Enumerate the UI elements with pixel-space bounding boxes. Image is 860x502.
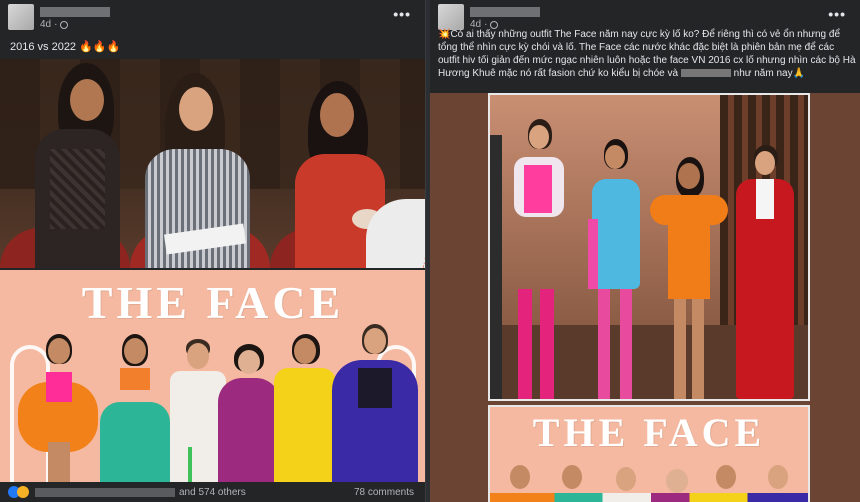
author-name-redacted[interactable]	[40, 7, 110, 17]
haha-icon[interactable]	[17, 486, 29, 498]
contestant-figure	[588, 109, 644, 399]
more-options-icon[interactable]: •••	[393, 6, 411, 22]
left-post-header: 4d ·	[8, 4, 417, 32]
post-image-lineup[interactable]: THE FACE	[0, 270, 425, 482]
globe-icon	[60, 20, 69, 29]
more-options-icon[interactable]: •••	[828, 6, 846, 22]
judge-figure	[135, 59, 255, 268]
post-image-judges[interactable]: NG HIEU	[0, 59, 425, 268]
post-caption: 💥Có ai thấy những outfit The Face năm na…	[438, 29, 856, 79]
author-name-redacted[interactable]	[470, 7, 540, 17]
post-image-lineup-crop[interactable]: THE FACE	[488, 405, 810, 502]
post-image-outfits[interactable]	[488, 93, 810, 401]
reactions-count[interactable]: and 574 others	[179, 487, 246, 498]
redacted-word	[680, 69, 731, 78]
mentor-figure	[332, 322, 418, 482]
contestant-figure	[650, 129, 728, 399]
post-time[interactable]: 4d	[40, 19, 51, 30]
contestant-figure	[508, 109, 568, 399]
judge-figure	[20, 59, 130, 268]
contestant-figure	[730, 119, 800, 399]
comments-count[interactable]: 78 comments	[354, 487, 414, 498]
mentor-figure	[272, 332, 338, 482]
left-post: 4d · ••• 2016 vs 2022 🔥🔥🔥 THE FACE and 5…	[0, 0, 426, 502]
avatar[interactable]	[8, 4, 34, 30]
mentor-figure	[18, 332, 98, 482]
reactor-names-redacted	[35, 487, 175, 497]
mentor-figure	[218, 342, 280, 482]
the-face-logo: THE FACE	[532, 410, 766, 455]
avatar[interactable]	[438, 4, 464, 30]
mentor-figure	[100, 332, 170, 482]
post-caption: 2016 vs 2022 🔥🔥🔥	[10, 41, 121, 53]
reaction-bar: and 574 others 78 comments	[0, 482, 425, 502]
